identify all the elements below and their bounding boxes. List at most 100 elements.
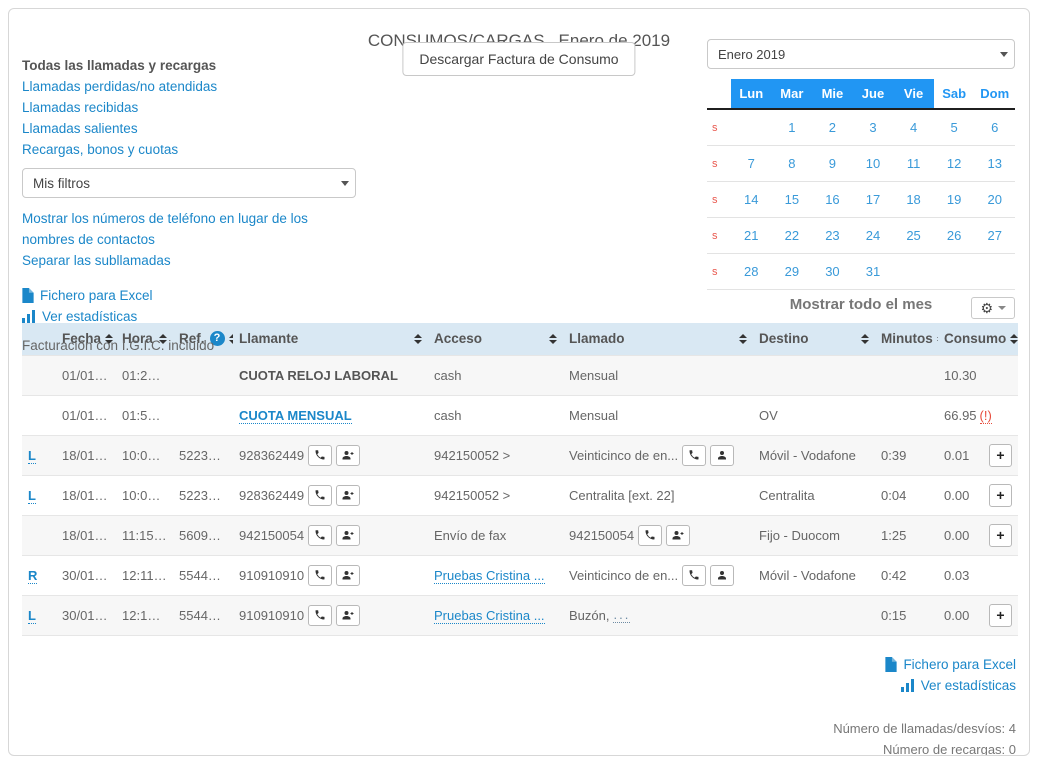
call-type-link[interactable]: L bbox=[28, 448, 36, 464]
day-link[interactable]: 2 bbox=[829, 120, 836, 135]
call-type-link[interactable]: R bbox=[28, 568, 37, 584]
call-button[interactable] bbox=[638, 525, 662, 546]
call-type-link[interactable]: L bbox=[28, 608, 36, 624]
month-select[interactable]: Enero 2019 bbox=[707, 39, 1015, 69]
call-button[interactable] bbox=[308, 525, 332, 546]
filter-recharges-link[interactable]: Recargas, bonos y cuotas bbox=[22, 139, 356, 160]
contact-link[interactable]: Pruebas Cristina ... bbox=[434, 608, 545, 624]
sort-icon[interactable] bbox=[549, 334, 557, 344]
day-link[interactable]: 5 bbox=[951, 120, 958, 135]
day-link[interactable]: 15 bbox=[785, 192, 799, 207]
week-link[interactable]: s bbox=[707, 266, 731, 278]
add-contact-button[interactable] bbox=[336, 485, 360, 506]
call-button[interactable] bbox=[308, 445, 332, 466]
week-link[interactable]: s bbox=[707, 194, 731, 206]
day-link[interactable]: 6 bbox=[991, 120, 998, 135]
excel-export-link-top[interactable]: Fichero para Excel bbox=[22, 285, 356, 306]
day-link[interactable]: 23 bbox=[825, 228, 839, 243]
add-contact-button[interactable] bbox=[336, 605, 360, 626]
warning-flag-link[interactable]: (!) bbox=[980, 408, 992, 424]
person-add-icon bbox=[342, 449, 354, 461]
add-detail-button[interactable]: + bbox=[989, 604, 1012, 627]
cell-ref: 5223823 bbox=[173, 475, 233, 515]
day-link[interactable]: 8 bbox=[788, 156, 795, 171]
day-link[interactable]: 7 bbox=[748, 156, 755, 171]
chevron-down-icon bbox=[341, 181, 349, 186]
day-link[interactable]: 1 bbox=[788, 120, 795, 135]
sort-icon[interactable] bbox=[739, 334, 747, 344]
contact-button[interactable] bbox=[710, 445, 734, 466]
calendar-week-row: s 1 2 3 4 5 6 bbox=[707, 110, 1015, 146]
add-detail-button[interactable]: + bbox=[989, 524, 1012, 547]
person-add-icon bbox=[342, 529, 354, 541]
day-link[interactable]: 9 bbox=[829, 156, 836, 171]
add-detail-button[interactable]: + bbox=[989, 484, 1012, 507]
add-contact-button[interactable] bbox=[666, 525, 690, 546]
day-link[interactable]: 29 bbox=[785, 264, 799, 279]
day-link[interactable]: 16 bbox=[825, 192, 839, 207]
day-link[interactable]: 20 bbox=[987, 192, 1001, 207]
week-link[interactable]: s bbox=[707, 158, 731, 170]
sort-icon[interactable] bbox=[937, 334, 938, 344]
sort-icon[interactable] bbox=[1010, 334, 1018, 344]
day-link[interactable]: 13 bbox=[987, 156, 1001, 171]
call-button[interactable] bbox=[308, 605, 332, 626]
day-link[interactable]: 22 bbox=[785, 228, 799, 243]
day-link[interactable]: 26 bbox=[947, 228, 961, 243]
my-filters-select[interactable]: Mis filtros bbox=[22, 168, 356, 198]
contact-button[interactable] bbox=[710, 565, 734, 586]
cell-destino: Móvil - Vodafone bbox=[753, 435, 875, 475]
show-full-month-link[interactable]: Mostrar todo el mes bbox=[707, 296, 1015, 313]
cell-llamante: 928362449 bbox=[239, 488, 304, 503]
week-link[interactable]: s bbox=[707, 122, 731, 134]
cell-acceso: 942150052 > bbox=[428, 475, 563, 515]
day-link[interactable]: 14 bbox=[744, 192, 758, 207]
sort-icon[interactable] bbox=[861, 334, 869, 344]
add-contact-button[interactable] bbox=[336, 445, 360, 466]
day-link[interactable]: 4 bbox=[910, 120, 917, 135]
contact-link[interactable]: Pruebas Cristina ... bbox=[434, 568, 545, 584]
more-link[interactable]: ... bbox=[613, 607, 630, 623]
call-button[interactable] bbox=[682, 565, 706, 586]
day-link[interactable]: 24 bbox=[866, 228, 880, 243]
cell-minutos: 1:25 bbox=[875, 515, 938, 555]
filter-received-calls-link[interactable]: Llamadas recibidas bbox=[22, 97, 356, 118]
filter-missed-calls-link[interactable]: Llamadas perdidas/no atendidas bbox=[22, 76, 356, 97]
show-phone-numbers-link[interactable]: Mostrar los números de teléfono en lugar… bbox=[22, 208, 356, 250]
phone-icon bbox=[314, 489, 326, 501]
call-button[interactable] bbox=[682, 445, 706, 466]
cuota-mensual-link[interactable]: CUOTA MENSUAL bbox=[239, 408, 352, 424]
day-link[interactable]: 18 bbox=[906, 192, 920, 207]
day-link[interactable]: 17 bbox=[866, 192, 880, 207]
stats-link-top[interactable]: Ver estadísticas bbox=[22, 306, 356, 327]
add-detail-button[interactable]: + bbox=[989, 444, 1012, 467]
day-link[interactable]: 30 bbox=[825, 264, 839, 279]
add-contact-button[interactable] bbox=[336, 525, 360, 546]
day-link[interactable]: 19 bbox=[947, 192, 961, 207]
day-link[interactable]: 11 bbox=[907, 156, 921, 171]
sort-icon[interactable] bbox=[414, 334, 422, 344]
day-link[interactable]: 27 bbox=[987, 228, 1001, 243]
cell-llamado: 942150054 bbox=[569, 528, 634, 543]
day-link[interactable]: 28 bbox=[744, 264, 758, 279]
filter-outgoing-calls-link[interactable]: Llamadas salientes bbox=[22, 118, 356, 139]
table-settings-button[interactable]: ⚙ bbox=[971, 297, 1015, 319]
day-link[interactable]: 3 bbox=[869, 120, 876, 135]
stats-link-bottom[interactable]: Ver estadísticas bbox=[901, 675, 1016, 696]
call-type-link[interactable]: L bbox=[28, 488, 36, 504]
day-link[interactable]: 10 bbox=[866, 156, 880, 171]
day-link[interactable]: 31 bbox=[866, 264, 880, 279]
call-button[interactable] bbox=[308, 565, 332, 586]
day-link[interactable]: 21 bbox=[744, 228, 758, 243]
weekday-header: Jue bbox=[853, 79, 894, 108]
add-contact-button[interactable] bbox=[336, 565, 360, 586]
download-invoice-button[interactable]: Descargar Factura de Consumo bbox=[402, 42, 635, 76]
chevron-down-icon bbox=[1000, 52, 1008, 57]
day-link[interactable]: 12 bbox=[947, 156, 961, 171]
cell-minutos: 0:15 bbox=[875, 595, 938, 635]
week-link[interactable]: s bbox=[707, 230, 731, 242]
excel-export-link-bottom[interactable]: Fichero para Excel bbox=[885, 654, 1016, 675]
call-button[interactable] bbox=[308, 485, 332, 506]
day-link[interactable]: 25 bbox=[906, 228, 920, 243]
split-subcalls-link[interactable]: Separar las subllamadas bbox=[22, 250, 356, 271]
